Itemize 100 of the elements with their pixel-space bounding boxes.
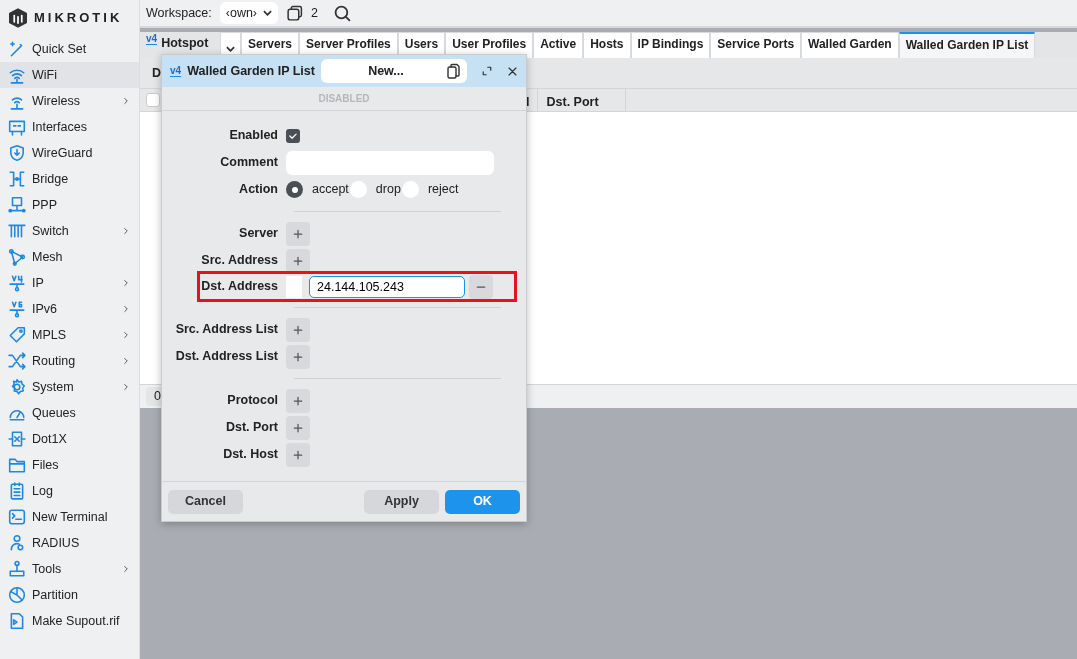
dialog-title: Walled Garden IP List [187, 62, 315, 80]
chevron-icon [121, 330, 131, 340]
select-all-checkbox[interactable] [146, 93, 160, 107]
windows-icon[interactable] [286, 4, 304, 22]
address-field[interactable]: 24.144.105.243 [309, 275, 465, 298]
field-label: Dst. Port [224, 419, 279, 437]
name-field[interactable]: New... [320, 59, 467, 83]
add-button[interactable] [286, 221, 310, 246]
sidebar-item[interactable]: IPv6 [0, 296, 139, 322]
ip-icon [8, 300, 26, 318]
field-label: Dst. Host [222, 446, 279, 464]
sidebar-item[interactable]: Interfaces [0, 114, 139, 140]
field-label: Server [238, 225, 279, 243]
add-button[interactable] [286, 344, 310, 369]
sidebar-item[interactable]: Bridge [0, 166, 139, 192]
sidebar-item[interactable]: Dot1X [0, 426, 139, 452]
sidebar-item[interactable]: IP [0, 270, 139, 296]
sidebar-item[interactable]: WireGuard [0, 140, 139, 166]
cancel-button[interactable]: Cancel [168, 489, 243, 514]
sidebar-item[interactable]: Make Supout.rif [0, 608, 139, 634]
add-button[interactable] [286, 317, 310, 342]
field-label: Action [238, 181, 279, 199]
sidebar-item[interactable]: New Terminal [0, 504, 139, 530]
caret-icon [263, 10, 273, 16]
logo-text: MIKROTIK [34, 9, 123, 28]
close-icon[interactable] [507, 65, 518, 77]
section-title: Hotspot [161, 35, 209, 52]
tab[interactable]: Active [533, 32, 584, 58]
toggle-box[interactable] [286, 275, 302, 298]
sidebar-item[interactable]: PPP [0, 192, 139, 218]
workspace-dropdown[interactable]: ‹own› [219, 1, 279, 25]
chevron-icon [121, 278, 131, 288]
sidebar-item[interactable]: Quick Set [0, 36, 139, 62]
sidebar-item[interactable]: RADIUS [0, 530, 139, 556]
plus-icon [293, 255, 303, 266]
column-header: Dst. Port [538, 89, 627, 111]
sidebar-item[interactable]: Files [0, 452, 139, 478]
field-label: Src. Address List [174, 321, 279, 339]
interfaces-icon [8, 118, 26, 136]
expand-icon[interactable] [481, 65, 493, 77]
radio-label: reject [427, 181, 459, 199]
field-label: Comment [219, 154, 279, 172]
add-button[interactable] [286, 388, 310, 413]
add-button[interactable] [286, 442, 310, 467]
plus-icon [293, 228, 303, 239]
add-button[interactable] [286, 248, 310, 273]
chevron-icon [121, 304, 131, 314]
toolbar-button[interactable]: D [152, 63, 162, 83]
sidebar-item[interactable]: MPLS [0, 322, 139, 348]
sidebar-item[interactable]: Mesh [0, 244, 139, 270]
terminal-icon [8, 508, 26, 526]
pie-icon [8, 586, 26, 604]
checkbox[interactable] [286, 128, 300, 143]
chevron-icon [121, 356, 131, 366]
mesh-icon [8, 248, 26, 266]
folder-icon [8, 456, 26, 474]
field-label: Src. Address [200, 252, 279, 270]
sidebar-item[interactable]: Switch [0, 218, 139, 244]
plus-icon [293, 449, 303, 460]
sidebar-item[interactable]: System [0, 374, 139, 400]
field-label: Dst. Address List [174, 348, 279, 366]
sidebar-item[interactable]: Wireless [0, 88, 139, 114]
file-icon [8, 612, 26, 630]
radio-button[interactable] [286, 181, 303, 198]
plus-icon [293, 324, 303, 335]
chevron-icon [121, 382, 131, 392]
shield-icon [8, 144, 26, 162]
joystick-icon [8, 560, 26, 578]
chevron-icon [121, 96, 131, 106]
search-icon[interactable] [334, 4, 351, 22]
tab[interactable]: Hosts [583, 32, 631, 58]
field-label: Protocol [226, 392, 279, 410]
plus-icon [293, 351, 303, 362]
badge-icon [8, 430, 26, 448]
sidebar-item[interactable]: Log [0, 478, 139, 504]
wifi-icon [8, 66, 26, 84]
tab[interactable]: IP Bindings [630, 32, 711, 58]
shuffle-icon [8, 352, 26, 370]
switch-icon [8, 222, 26, 240]
chevron-icon [121, 564, 131, 574]
sidebar-item[interactable]: WiFi [0, 62, 139, 88]
sidebar-item[interactable]: Queues [0, 400, 139, 426]
remove-button[interactable] [469, 274, 493, 299]
apply-button[interactable]: Apply [364, 489, 439, 514]
person-icon [8, 534, 26, 552]
sidebar-item[interactable]: Routing [0, 348, 139, 374]
field-label: Enabled [228, 127, 279, 145]
add-button[interactable] [286, 415, 310, 440]
copy-icon[interactable] [445, 63, 461, 79]
tab[interactable]: Service Ports [710, 32, 802, 58]
ip-icon [8, 274, 26, 292]
sidebar-item[interactable]: Tools [0, 556, 139, 582]
document-icon [8, 482, 26, 500]
plus-icon [293, 422, 303, 433]
tab[interactable]: Walled Garden [801, 32, 899, 58]
tag-icon [8, 326, 26, 344]
tab[interactable]: Walled Garden IP List [898, 32, 1036, 58]
sidebar-item[interactable]: Partition [0, 582, 139, 608]
bridge-icon [8, 170, 26, 188]
logo-icon [8, 8, 28, 28]
